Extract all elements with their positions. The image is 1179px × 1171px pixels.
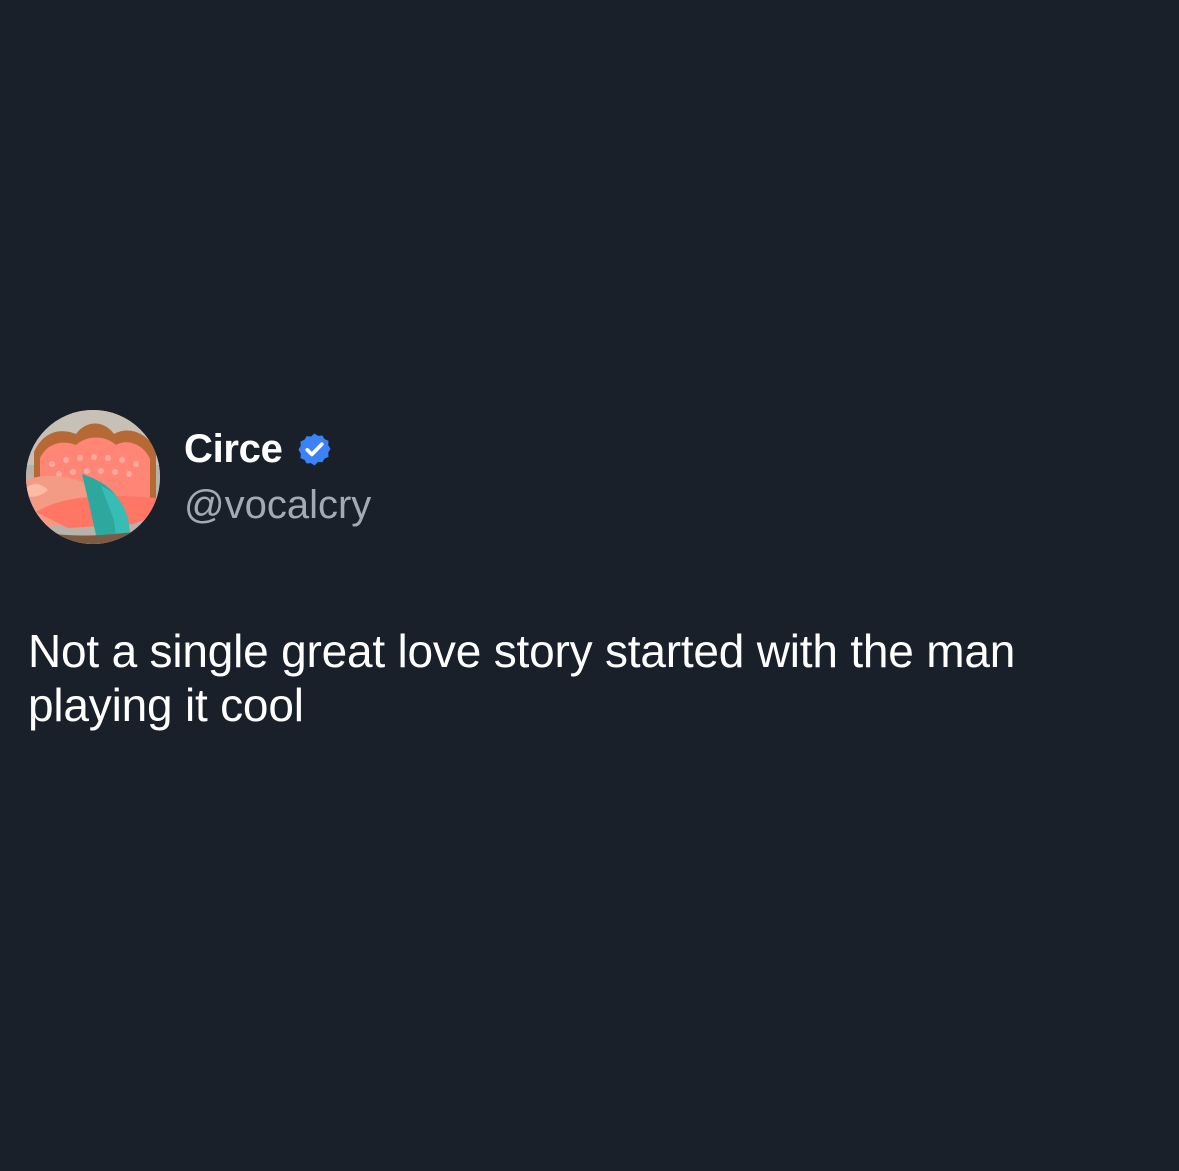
display-name[interactable]: Circe bbox=[184, 424, 283, 474]
name-row: Circe bbox=[184, 424, 371, 474]
tweet-text: Not a single great love story started wi… bbox=[28, 625, 1016, 731]
user-avatar[interactable] bbox=[26, 410, 160, 544]
user-info: Circe @vocalcry bbox=[184, 424, 371, 529]
tweet-card: Circe @vocalcry Not a single great love … bbox=[0, 0, 1179, 1171]
verified-badge-icon bbox=[296, 431, 333, 468]
user-handle[interactable]: @vocalcry bbox=[184, 481, 371, 529]
